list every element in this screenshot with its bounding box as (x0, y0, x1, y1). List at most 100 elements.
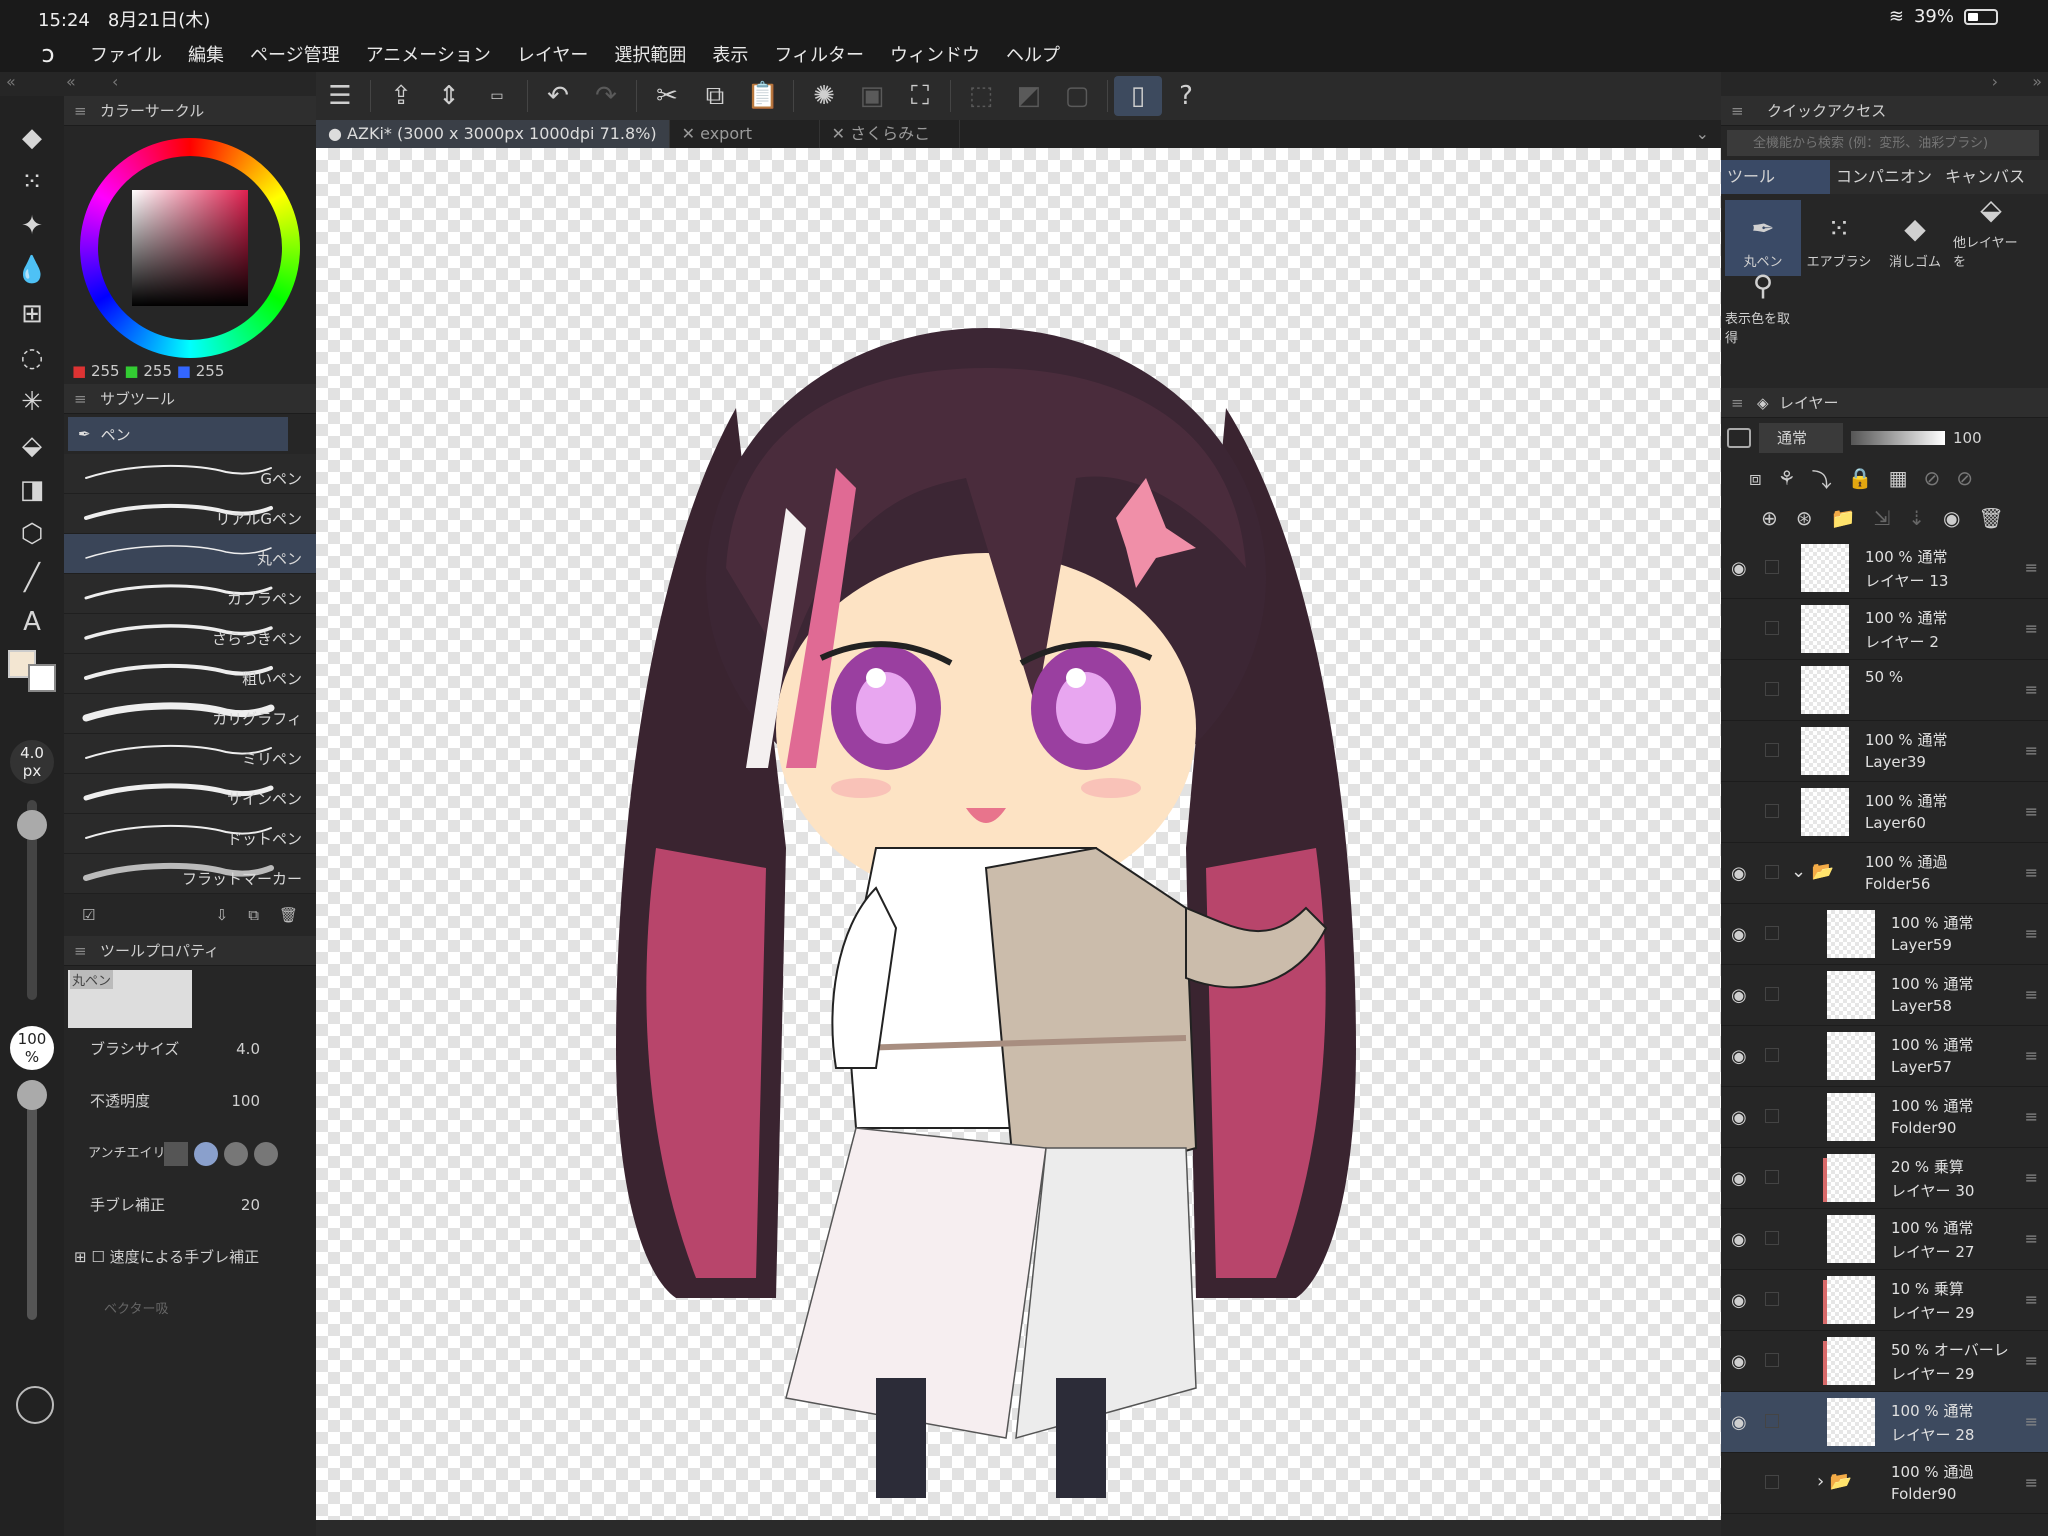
menu-item[interactable]: ウィンドウ (890, 41, 980, 67)
invert-selection-icon[interactable]: ◩ (1005, 76, 1053, 116)
mask-icon[interactable]: ⊘ (1923, 466, 1940, 490)
layer-menu-icon[interactable]: ≡ (2025, 1351, 2038, 1370)
blend-mode-select[interactable]: 通常 (1759, 423, 1843, 453)
eye-icon[interactable]: ◉ (1731, 1046, 1747, 1067)
brush-item[interactable]: カリグラフィ (64, 694, 316, 734)
layer-select-checkbox[interactable] (1765, 1170, 1779, 1184)
layer-row[interactable]: ◉ 100 % 通常 Layer58 ≡ (1721, 965, 2048, 1026)
text-icon[interactable]: A (0, 600, 64, 644)
menu-item[interactable]: ファイル (90, 41, 162, 67)
layer-row[interactable]: ◉ 10 % 乗算 レイヤー 29 ≡ (1721, 1270, 2048, 1331)
opacity-row[interactable]: 不透明度 100 (64, 1080, 316, 1132)
menu-item[interactable]: フィルター (774, 41, 864, 67)
drawing-canvas[interactable] (316, 148, 1721, 1520)
brush-item[interactable]: さらつきペン (64, 614, 316, 654)
collapse-right-icon[interactable]: › (1992, 72, 1998, 91)
eraser-icon[interactable]: ◆ (0, 116, 64, 160)
layer-select-checkbox[interactable] (1765, 1109, 1779, 1123)
folder-icon[interactable]: › 📂 (1817, 1471, 1852, 1492)
app-logo-icon[interactable]: ↄ (28, 40, 68, 68)
saturation-square[interactable] (132, 190, 248, 306)
layer-row[interactable]: ◉ 100 % 通常 レイヤー 28 ≡ (1721, 1392, 2048, 1453)
layer-select-checkbox[interactable] (1765, 1048, 1779, 1062)
blend-drops-icon[interactable]: 💧 (0, 248, 64, 292)
fill-bucket-icon[interactable]: ⬙ (0, 424, 64, 468)
grip-icon[interactable]: ≡ (1731, 394, 1744, 412)
delete-layer-icon[interactable]: 🗑 (1978, 506, 2003, 530)
selection-border-icon[interactable]: ▢ (1053, 76, 1101, 116)
eye-icon[interactable]: ◉ (1731, 1107, 1747, 1128)
eye-icon[interactable]: ◉ (1731, 1351, 1747, 1372)
draft-layer-icon[interactable]: ⚘ (1778, 466, 1796, 490)
vector-snap-row[interactable]: ベクター吸 (64, 1288, 316, 1340)
up-down-icon[interactable]: ⇕ (425, 76, 473, 116)
layer-select-checkbox[interactable] (1765, 1475, 1779, 1489)
tab-azki[interactable]: ● AZKi* (3000 x 3000px 1000dpi 71.8%) (316, 120, 670, 148)
new-folder-icon[interactable]: 📁 (1831, 506, 1856, 530)
layer-menu-icon[interactable]: ≡ (2025, 802, 2038, 821)
layer-select-checkbox[interactable] (1765, 1353, 1779, 1367)
antialias-row[interactable]: アンチエイリ (64, 1132, 316, 1184)
loading-icon[interactable]: ✺ (800, 76, 848, 116)
brush-item[interactable]: 丸ペン (64, 534, 316, 574)
layer-mask-icon[interactable]: ◉ (1943, 506, 1960, 530)
eye-icon[interactable]: ◉ (1731, 924, 1747, 945)
menu-item[interactable]: 編集 (188, 41, 224, 67)
quick-access-search[interactable] (1721, 126, 2048, 160)
color-swatches[interactable] (0, 644, 64, 700)
redo-icon[interactable]: ↷ (582, 76, 630, 116)
grip-icon[interactable]: ≡ (74, 942, 87, 960)
help-icon[interactable]: ? (1162, 76, 1210, 116)
layer-row[interactable]: ◉ 100 % 通常 Folder90 ≡ (1721, 1087, 2048, 1148)
merge-down-icon[interactable]: ⇣ (1908, 506, 1925, 530)
layer-menu-icon[interactable]: ≡ (2025, 1412, 2038, 1431)
eye-icon[interactable]: ◉ (1731, 558, 1747, 579)
layer-select-checkbox[interactable] (1765, 621, 1779, 635)
sub-color-swatch[interactable] (28, 664, 56, 692)
menu-item[interactable]: 選択範囲 (614, 41, 686, 67)
slider-handle[interactable] (17, 810, 47, 840)
eye-icon[interactable]: ◉ (1731, 985, 1747, 1006)
airbrush-icon[interactable]: ⁙ (0, 160, 64, 204)
layer-menu-icon[interactable]: ≡ (2025, 1168, 2038, 1187)
eye-icon[interactable]: ◉ (1731, 1290, 1747, 1311)
layer-select-checkbox[interactable] (1765, 865, 1779, 879)
layer-select-checkbox[interactable] (1765, 743, 1779, 757)
mask-off-icon[interactable]: ⊘ (1956, 466, 1973, 490)
menu-item[interactable]: アニメーション (366, 41, 491, 67)
brush-item[interactable]: サインペン (64, 774, 316, 814)
layer-row[interactable]: 100 % 通常 Layer60 ≡ (1721, 782, 2048, 843)
smartphone-icon[interactable]: ▯ (1114, 76, 1162, 116)
tab-export[interactable]: ✕ export (670, 120, 820, 148)
lock-icon[interactable]: 🔒 (1848, 466, 1873, 490)
layer-menu-icon[interactable]: ≡ (2025, 985, 2038, 1004)
eye-icon[interactable]: ◉ (1731, 1412, 1747, 1433)
layer-select-checkbox[interactable] (1765, 1231, 1779, 1245)
qa-eraser[interactable]: ◆ 消しゴム (1877, 200, 1953, 276)
layer-select-checkbox[interactable] (1765, 560, 1779, 574)
layer-row[interactable]: › 📂 100 % 通過 Folder90 ≡ (1721, 1453, 2048, 1514)
layer-menu-icon[interactable]: ≡ (2025, 1229, 2038, 1248)
layer-menu-icon[interactable]: ≡ (2025, 1290, 2038, 1309)
gradient-icon[interactable]: ◨ (0, 468, 64, 512)
brush-item[interactable]: カブラペン (64, 574, 316, 614)
eye-icon[interactable]: ◉ (1731, 1229, 1747, 1250)
qa-fill-other-layers[interactable]: ⬙ 他レイヤーを (1953, 193, 2029, 276)
brush-size-row[interactable]: ブラシサイズ 4.0 (64, 1028, 316, 1080)
layer-menu-icon[interactable]: ≡ (2025, 558, 2038, 577)
quick-access-search-input[interactable] (1727, 130, 2039, 156)
sparkle-icon[interactable]: ✦ (0, 204, 64, 248)
speed-stabilization-row[interactable]: ⊞ ☐ 速度による手ブレ補正 (64, 1236, 316, 1288)
brush-item[interactable]: Gペン (64, 454, 316, 494)
layer-row[interactable]: ◉ 100 % 通常 Layer59 ≡ (1721, 904, 2048, 965)
brush-size-slider[interactable] (17, 800, 47, 1000)
reference-layer-icon[interactable]: ⧈ (1749, 466, 1762, 490)
magic-wand-icon[interactable]: ✳ (0, 380, 64, 424)
eye-icon[interactable]: ◉ (1731, 863, 1747, 884)
layer-row[interactable]: ◉ 100 % 通常 Layer57 ≡ (1721, 1026, 2048, 1087)
layer-select-checkbox[interactable] (1765, 682, 1779, 696)
stabilization-row[interactable]: 手ブレ補正 20 (64, 1184, 316, 1236)
grip-icon[interactable]: ≡ (1731, 102, 1744, 120)
layer-menu-icon[interactable]: ≡ (2025, 1107, 2038, 1126)
line-icon[interactable]: ╱ (0, 556, 64, 600)
